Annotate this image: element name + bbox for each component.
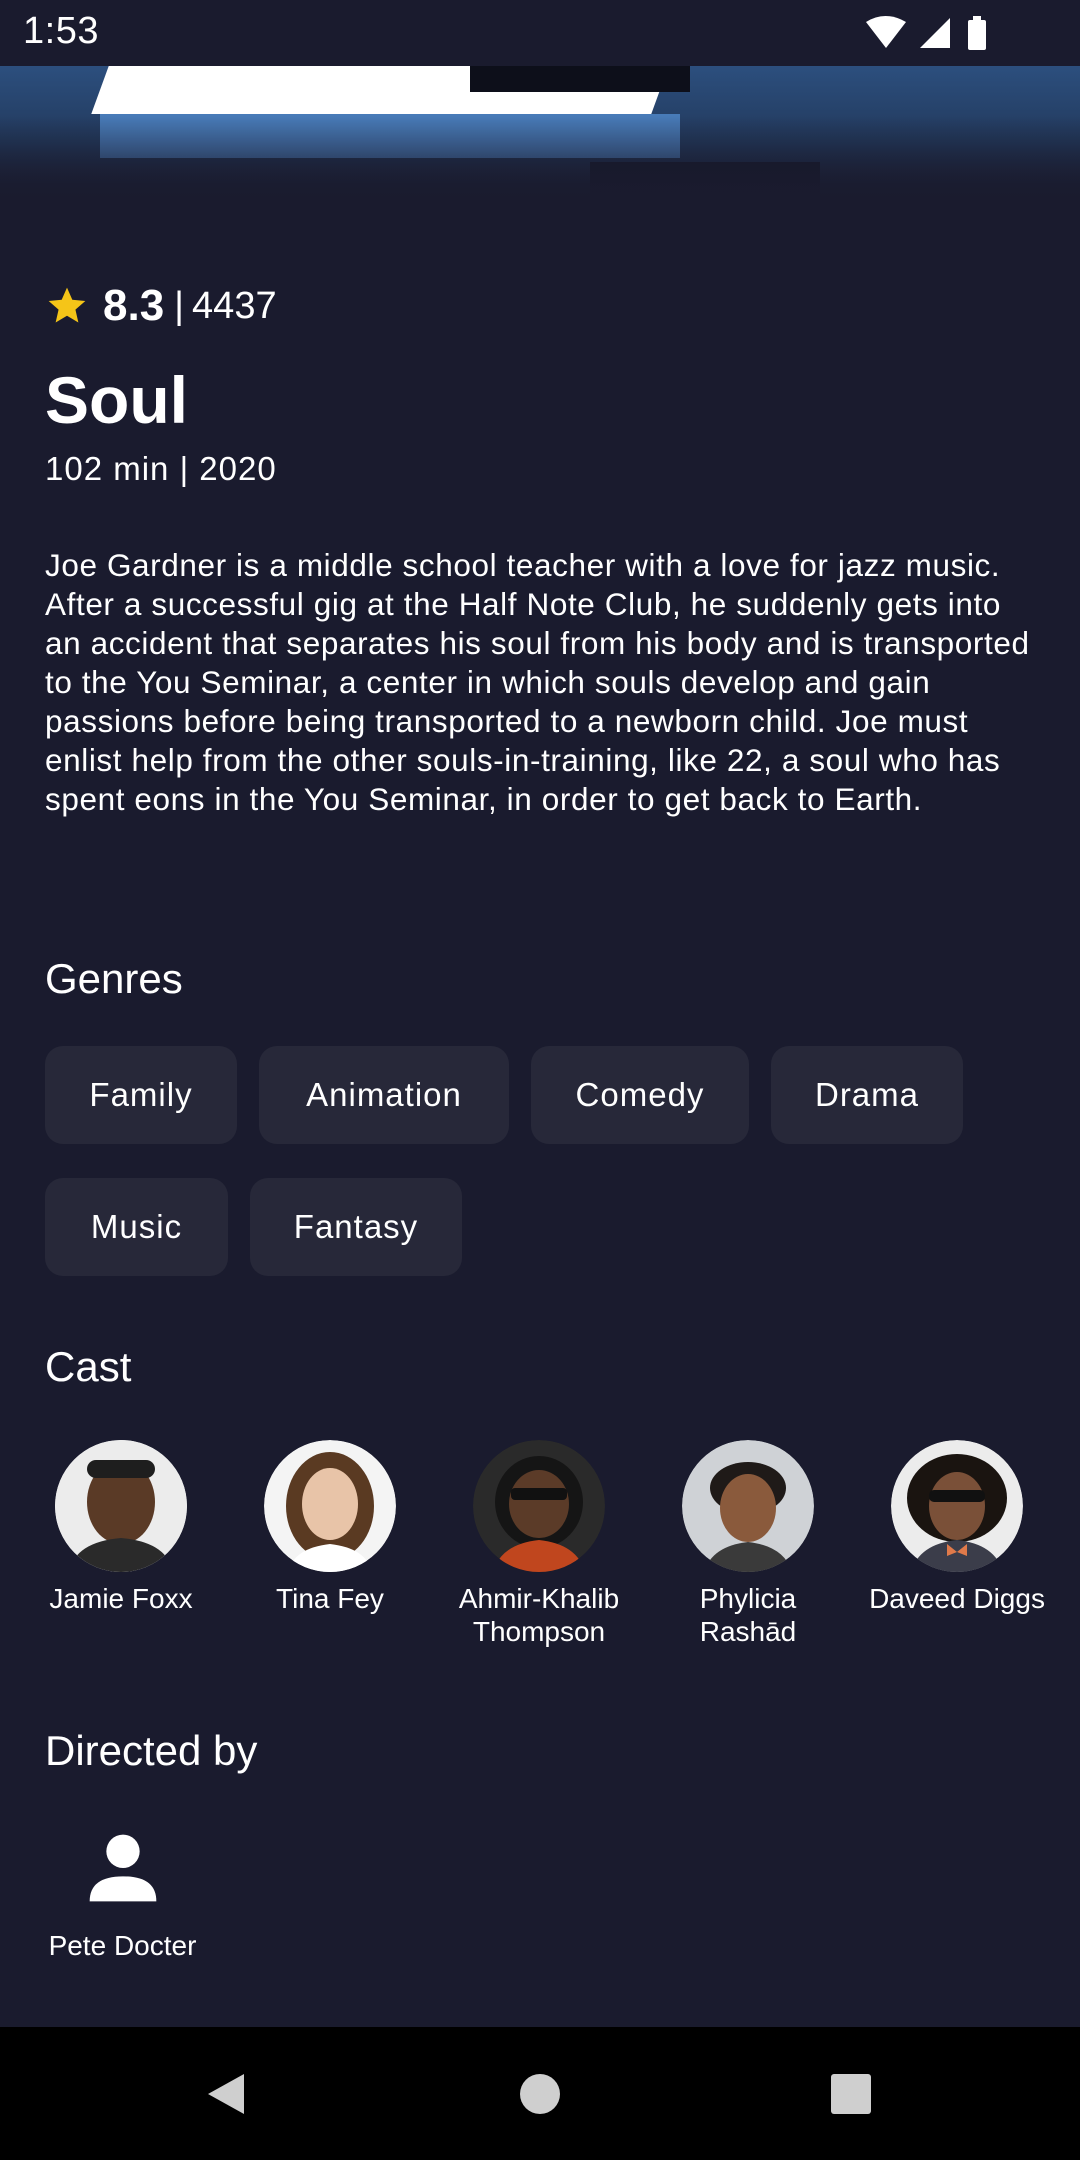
cast-name: Tina Fey: [276, 1583, 384, 1614]
cast-member[interactable]: Tina Fey: [235, 1440, 425, 1615]
cast-member[interactable]: Ahmir-Khalib Thompson: [444, 1440, 634, 1648]
status-icons: [866, 16, 986, 50]
director-name: Pete Docter: [48, 1930, 197, 1961]
cast-name: Ahmir-Khalib Thompson: [458, 1583, 620, 1647]
status-time: 1:53: [23, 10, 99, 52]
cast-member[interactable]: Phylicia Rashād: [653, 1440, 843, 1648]
genre-chip[interactable]: Animation: [259, 1046, 509, 1144]
movie-overview: Joe Gardner is a middle school teacher w…: [45, 547, 1030, 817]
cast-title: Cast: [45, 1343, 132, 1390]
directors-title: Directed by: [45, 1727, 258, 1774]
recent-apps-icon[interactable]: [829, 2072, 873, 2116]
genres-title: Genres: [45, 955, 183, 1002]
person-icon: [89, 1834, 156, 1902]
genre-chip[interactable]: Family: [45, 1046, 237, 1144]
avatar: [264, 1440, 396, 1572]
avatar: [891, 1440, 1023, 1572]
wifi-icon: [866, 16, 906, 48]
rating-value: 8.3: [103, 281, 165, 330]
cast-member[interactable]: Daveed Diggs: [862, 1440, 1052, 1615]
genre-chip[interactable]: Drama: [771, 1046, 963, 1144]
rating-separator: |: [174, 284, 185, 327]
cast-name: Daveed Diggs: [869, 1583, 1045, 1614]
avatar: [682, 1440, 814, 1572]
status-bar: 1:53: [0, 0, 1080, 66]
star-icon: [48, 287, 86, 323]
backdrop-image: [0, 66, 1080, 208]
back-icon[interactable]: [204, 2072, 248, 2116]
home-icon[interactable]: [518, 2072, 562, 2116]
cast-name: Phylicia Rashād: [699, 1583, 797, 1647]
genre-chip[interactable]: Fantasy: [250, 1178, 462, 1276]
genre-chip[interactable]: Comedy: [531, 1046, 749, 1144]
signal-icon: [920, 18, 950, 48]
movie-title: Soul: [45, 363, 188, 437]
avatar: [473, 1440, 605, 1572]
battery-icon: [968, 16, 986, 50]
genre-chip[interactable]: Music: [45, 1178, 228, 1276]
cast-name: Jamie Foxx: [49, 1583, 193, 1614]
movie-meta: 102 min | 2020: [45, 450, 277, 487]
avatar: [55, 1440, 187, 1572]
vote-count: 4437: [192, 284, 277, 327]
rating-row: 8.3 | 4437: [45, 280, 277, 332]
navigation-bar: [0, 2027, 1080, 2160]
cast-member[interactable]: Jamie Foxx: [26, 1440, 216, 1615]
director-item[interactable]: Pete Docter: [45, 1818, 200, 1962]
